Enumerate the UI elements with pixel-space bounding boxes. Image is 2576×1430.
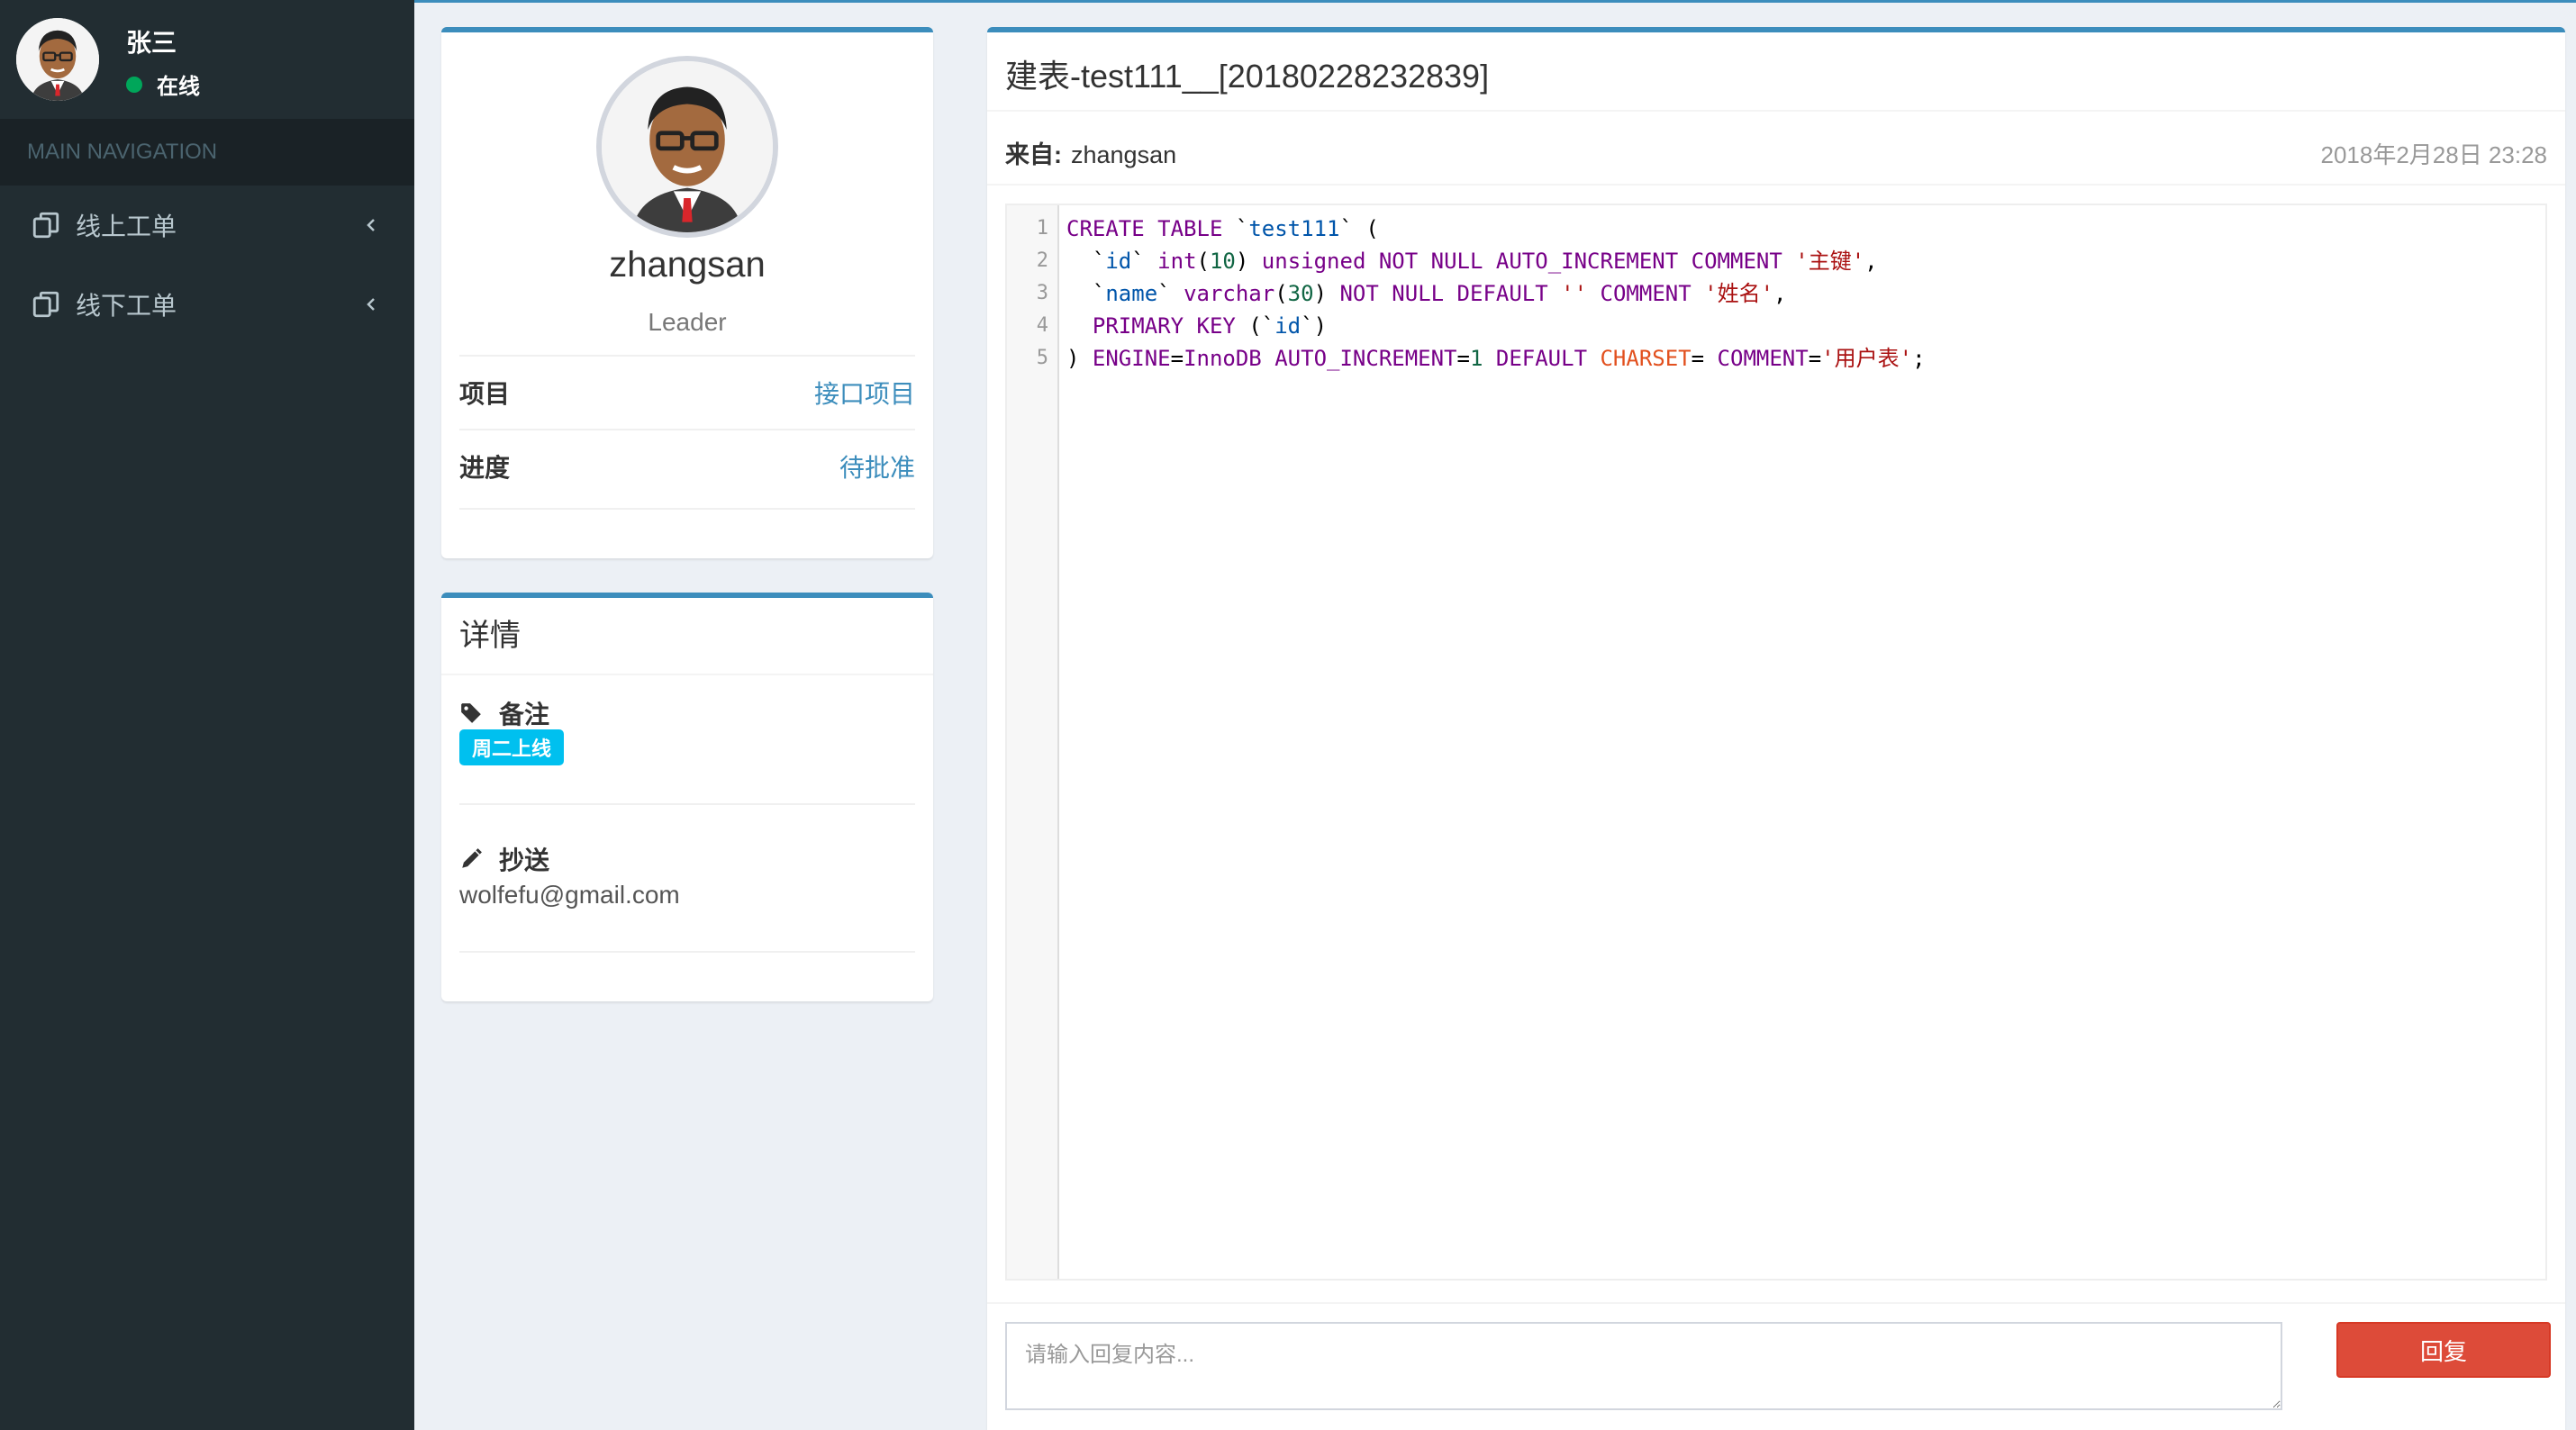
line-number: 1	[1036, 217, 1048, 240]
profile-name: zhangsan	[609, 245, 766, 285]
divider	[441, 674, 933, 675]
user-status-label: 在线	[157, 75, 200, 99]
reply-input[interactable]	[1005, 1322, 2282, 1410]
chevron-left-icon	[367, 298, 375, 311]
details-box: 详情 备注 周二上线 抄送 wolfefu@gmail.com	[441, 593, 933, 1001]
divider	[987, 110, 2565, 112]
note-heading: 备注	[459, 695, 549, 731]
tag-icon	[461, 703, 481, 723]
divider	[459, 508, 915, 510]
cc-email: wolfefu@gmail.com	[459, 881, 680, 909]
divider	[459, 951, 915, 953]
project-label: 项目	[459, 380, 511, 408]
from-user: zhangsan	[1071, 141, 1177, 168]
profile-box: zhangsan Leader 项目 接口项目 进度 待批准	[441, 27, 933, 558]
line-number: 4	[1036, 314, 1048, 337]
divider	[987, 1302, 2565, 1304]
sql-code-editor[interactable]: 1 2 3 4 5 CREATE TABLE `test111` ( `id` int(…	[1005, 204, 2547, 1281]
copy-icon	[32, 291, 59, 318]
code-line: ) ENGINE=InnoDB AUTO_INCREMENT=1 DEFAULT…	[1066, 346, 1926, 371]
line-number: 3	[1036, 282, 1048, 304]
sidebar-item-online-orders[interactable]: 线上工单	[0, 186, 414, 265]
user-panel: 张三 在线	[0, 0, 414, 119]
note-tag-badge: 周二上线	[459, 729, 565, 765]
cc-label: 抄送	[499, 846, 550, 874]
sidebar-item-label: 线上工单	[76, 213, 177, 240]
details-title: 详情	[459, 619, 521, 653]
reply-button[interactable]: 回复	[2336, 1322, 2551, 1378]
line-number: 5	[1036, 347, 1048, 369]
ticket-date: 2018年2月28日 23:28	[2320, 141, 2547, 168]
code-line: CREATE TABLE `test111` (	[1066, 216, 1379, 241]
profile-role: Leader	[648, 308, 727, 336]
avatar-image	[16, 18, 99, 101]
divider	[459, 803, 915, 805]
user-status: 在线	[126, 68, 200, 100]
sidebar-item-label: 线下工单	[76, 292, 177, 320]
nav-header: MAIN NAVIGATION	[0, 119, 414, 186]
cc-heading: 抄送	[459, 841, 549, 877]
line-number-gutter: 1 2 3 4 5	[1007, 205, 1059, 1279]
chevron-left-icon	[367, 219, 375, 231]
from-label: 来自:	[1005, 141, 1062, 168]
ticket-from: 来自: zhangsan	[1005, 135, 1176, 170]
online-status-icon	[126, 76, 142, 93]
project-link[interactable]: 接口项目	[814, 375, 915, 411]
sidebar-item-offline-orders[interactable]: 线下工单	[0, 265, 414, 344]
code-line: `name` varchar(30) NOT NULL DEFAULT '' C…	[1066, 281, 1787, 306]
profile-avatar	[596, 56, 778, 238]
line-number: 2	[1036, 249, 1048, 272]
project-row: 项目 接口项目	[459, 355, 915, 429]
divider	[987, 184, 2565, 186]
code-content: CREATE TABLE `test111` ( `id` int(10) un…	[1066, 213, 1926, 375]
user-avatar[interactable]	[16, 18, 99, 101]
progress-link[interactable]: 待批准	[839, 448, 915, 484]
avatar-image	[602, 61, 773, 232]
code-line: PRIMARY KEY (`id`)	[1092, 313, 1328, 339]
progress-row: 进度 待批准	[459, 429, 915, 502]
sidebar: 张三 在线 MAIN NAVIGATION 线上工单 线下工单	[0, 0, 414, 1430]
note-label: 备注	[499, 701, 550, 729]
user-name: 张三	[126, 29, 177, 57]
code-line: `id` int(10) unsigned NOT NULL AUTO_INCR…	[1066, 249, 1878, 274]
copy-icon	[32, 212, 59, 239]
ticket-box: 建表-test111__[20180228232839] 来自: zhangsan…	[987, 27, 2565, 1430]
pencil-icon	[462, 848, 482, 868]
progress-label: 进度	[459, 454, 511, 482]
ticket-title: 建表-test111__[20180228232839]	[1005, 58, 1490, 95]
